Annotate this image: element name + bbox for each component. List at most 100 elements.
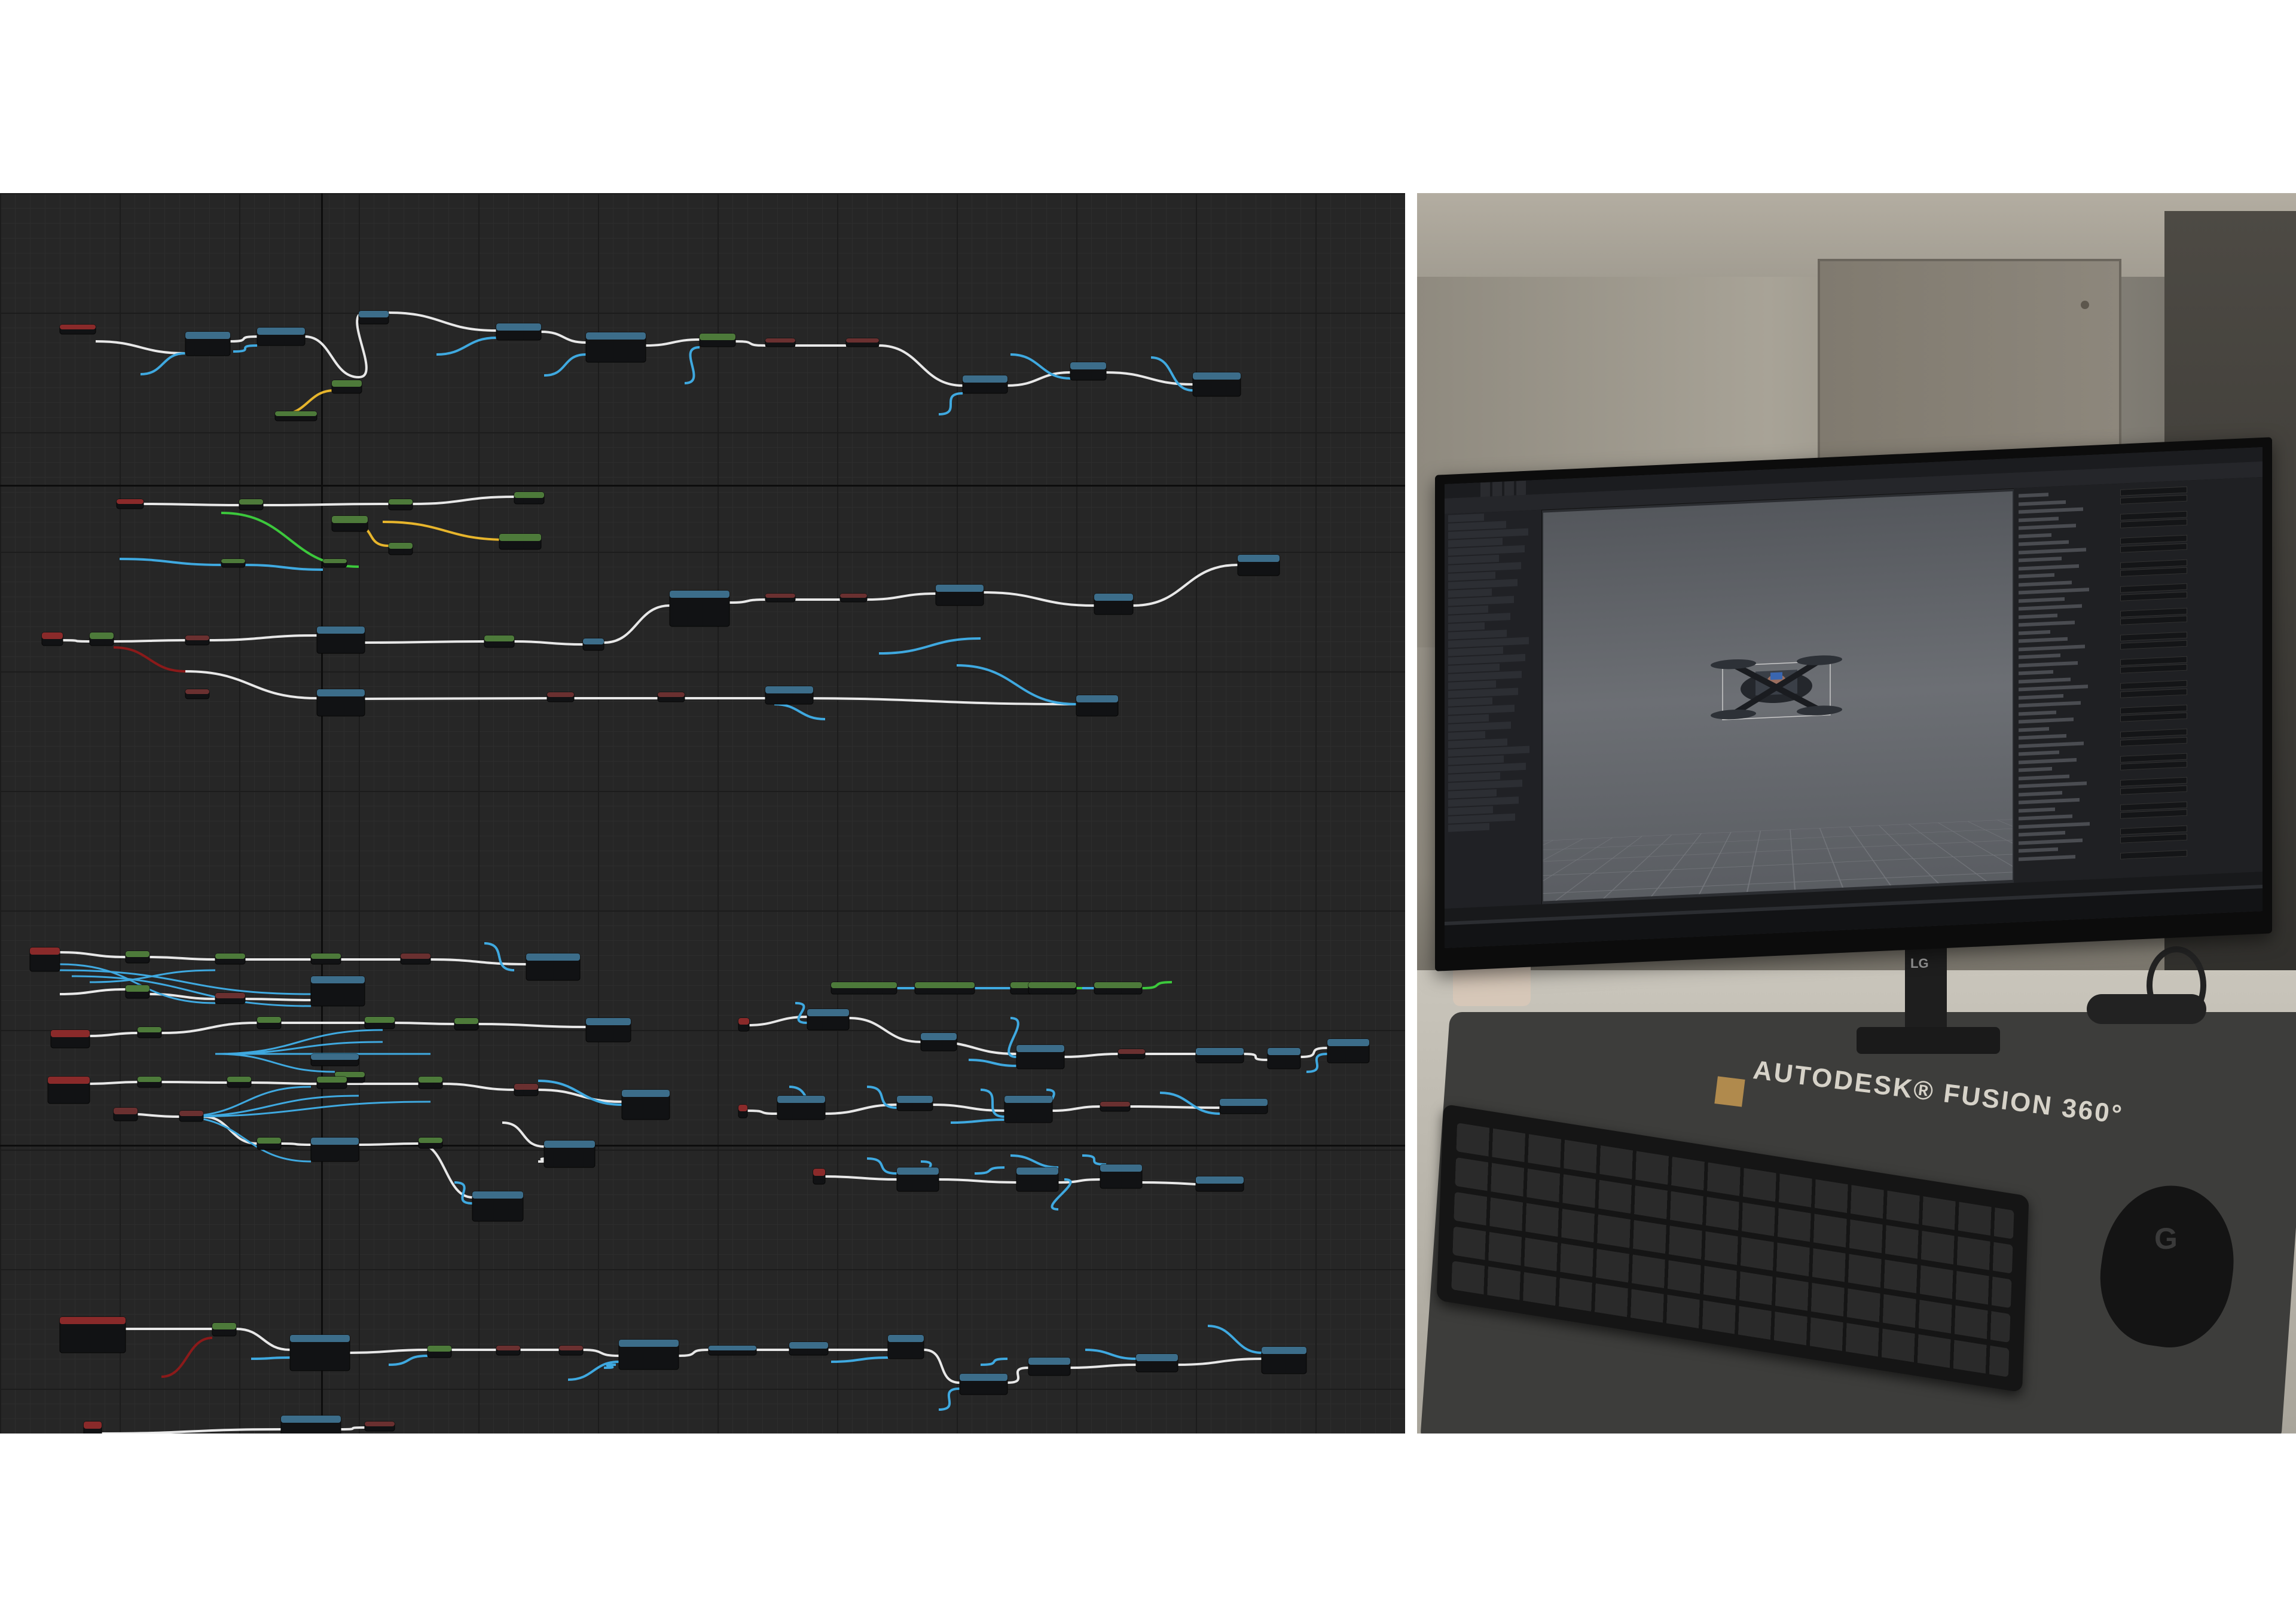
blueprint-node[interactable] — [59, 1316, 126, 1353]
blueprint-node[interactable] — [316, 626, 365, 654]
blueprint-node[interactable] — [227, 1076, 252, 1088]
blueprint-node[interactable] — [257, 1137, 282, 1150]
blueprint-node[interactable] — [322, 558, 347, 568]
blueprint-node[interactable] — [1094, 593, 1134, 615]
blueprint-node[interactable] — [310, 1137, 359, 1162]
editor-tab[interactable] — [1480, 482, 1490, 497]
blueprint-node[interactable] — [496, 1345, 521, 1356]
blueprint-node[interactable] — [427, 1345, 452, 1358]
blueprint-node[interactable] — [962, 375, 1008, 394]
blueprint-node[interactable] — [185, 635, 210, 646]
outliner-row[interactable] — [1448, 714, 1489, 723]
blueprint-node[interactable] — [388, 542, 413, 555]
blueprint-node[interactable] — [777, 1095, 826, 1120]
blueprint-node[interactable] — [418, 1076, 443, 1089]
outliner-row[interactable] — [1448, 514, 1484, 522]
blueprint-node[interactable] — [472, 1191, 524, 1222]
blueprint-node[interactable] — [280, 1415, 341, 1434]
blueprint-node[interactable] — [546, 692, 575, 702]
blueprint-node[interactable] — [585, 1017, 631, 1043]
outliner-row[interactable] — [1448, 823, 1489, 832]
blueprint-node[interactable] — [1004, 1095, 1053, 1123]
blueprint-node[interactable] — [845, 338, 880, 347]
blueprint-node[interactable] — [358, 310, 389, 325]
blueprint-node[interactable] — [839, 593, 868, 603]
blueprint-node[interactable] — [125, 985, 150, 999]
level-viewport[interactable] — [1543, 491, 2013, 901]
blueprint-node[interactable] — [400, 953, 431, 965]
blueprint-node[interactable] — [316, 689, 365, 717]
blueprint-node[interactable] — [669, 590, 730, 627]
outliner-row[interactable] — [1448, 687, 1518, 698]
blueprint-node[interactable] — [59, 324, 96, 335]
blueprint-node[interactable] — [113, 1107, 138, 1121]
outliner-row[interactable] — [1448, 579, 1518, 589]
outliner-row[interactable] — [1448, 663, 1500, 673]
blueprint-node[interactable] — [1261, 1346, 1307, 1374]
outliner-row[interactable] — [1448, 704, 1515, 715]
blueprint-node[interactable] — [1267, 1047, 1301, 1069]
blueprint-node[interactable] — [364, 1421, 395, 1432]
blueprint-node[interactable] — [484, 635, 515, 648]
outliner-row[interactable] — [1448, 796, 1519, 807]
blueprint-node[interactable] — [920, 1032, 957, 1052]
blueprint-node[interactable] — [137, 1076, 162, 1088]
blueprint-node[interactable] — [331, 380, 362, 394]
blueprint-node[interactable] — [496, 323, 542, 341]
blueprint-node[interactable] — [1195, 1176, 1244, 1192]
blueprint-node[interactable] — [221, 558, 246, 568]
blueprint-node[interactable] — [738, 1017, 750, 1032]
blueprint-node[interactable] — [765, 593, 796, 603]
blueprint-node[interactable] — [1028, 1357, 1071, 1376]
outliner-row[interactable] — [1448, 613, 1510, 623]
blueprint-node[interactable] — [274, 411, 317, 421]
blueprint-node[interactable] — [1100, 1164, 1143, 1189]
outliner-row[interactable] — [1448, 722, 1511, 732]
blueprint-node[interactable] — [388, 499, 413, 511]
blueprint-node[interactable] — [310, 1053, 359, 1066]
blueprint-node[interactable] — [738, 1104, 748, 1118]
blueprint-node[interactable] — [1070, 362, 1107, 381]
blueprint-node[interactable] — [708, 1345, 757, 1356]
blueprint-node[interactable] — [514, 491, 545, 505]
blueprint-node[interactable] — [185, 331, 231, 356]
blueprint-node[interactable] — [29, 947, 60, 972]
outliner-row[interactable] — [1448, 622, 1485, 631]
blueprint-node[interactable] — [418, 1137, 443, 1149]
blueprint-node[interactable] — [1327, 1038, 1370, 1063]
blueprint-node[interactable] — [41, 632, 63, 646]
blueprint-node[interactable] — [699, 333, 736, 347]
blueprint-node[interactable] — [137, 1026, 162, 1038]
blueprint-node[interactable] — [831, 982, 897, 995]
blueprint-node[interactable] — [310, 953, 341, 965]
blueprint-node[interactable] — [935, 584, 984, 606]
outliner-row[interactable] — [1448, 571, 1495, 581]
blueprint-graph-canvas[interactable] — [0, 193, 1405, 1434]
blueprint-node[interactable] — [47, 1076, 90, 1104]
blueprint-node[interactable] — [454, 1017, 479, 1031]
blueprint-node[interactable] — [1237, 554, 1280, 576]
blueprint-node[interactable] — [1219, 1098, 1268, 1114]
blueprint-node[interactable] — [331, 515, 368, 532]
outliner-row[interactable] — [1448, 588, 1492, 598]
blueprint-node[interactable] — [83, 1421, 102, 1434]
outliner-row[interactable] — [1448, 813, 1515, 824]
blueprint-node[interactable] — [1135, 1353, 1178, 1373]
blueprint-node[interactable] — [896, 1167, 939, 1192]
outliner-row[interactable] — [1448, 697, 1492, 707]
blueprint-node[interactable] — [310, 976, 365, 1007]
blueprint-node[interactable] — [499, 533, 542, 550]
outliner-row[interactable] — [1448, 605, 1488, 615]
blueprint-node[interactable] — [526, 953, 581, 981]
blueprint-node[interactable] — [116, 499, 144, 509]
outliner-row[interactable] — [1448, 595, 1514, 606]
details-value-field[interactable] — [2120, 849, 2187, 860]
blueprint-node[interactable] — [215, 992, 246, 1004]
blueprint-node[interactable] — [621, 1089, 670, 1120]
blueprint-node[interactable] — [50, 1029, 90, 1049]
outliner-row[interactable] — [1448, 554, 1499, 564]
blueprint-node[interactable] — [212, 1322, 237, 1337]
outliner-row[interactable] — [1448, 806, 1493, 815]
blueprint-node[interactable] — [582, 638, 604, 651]
blueprint-node[interactable] — [765, 338, 796, 347]
